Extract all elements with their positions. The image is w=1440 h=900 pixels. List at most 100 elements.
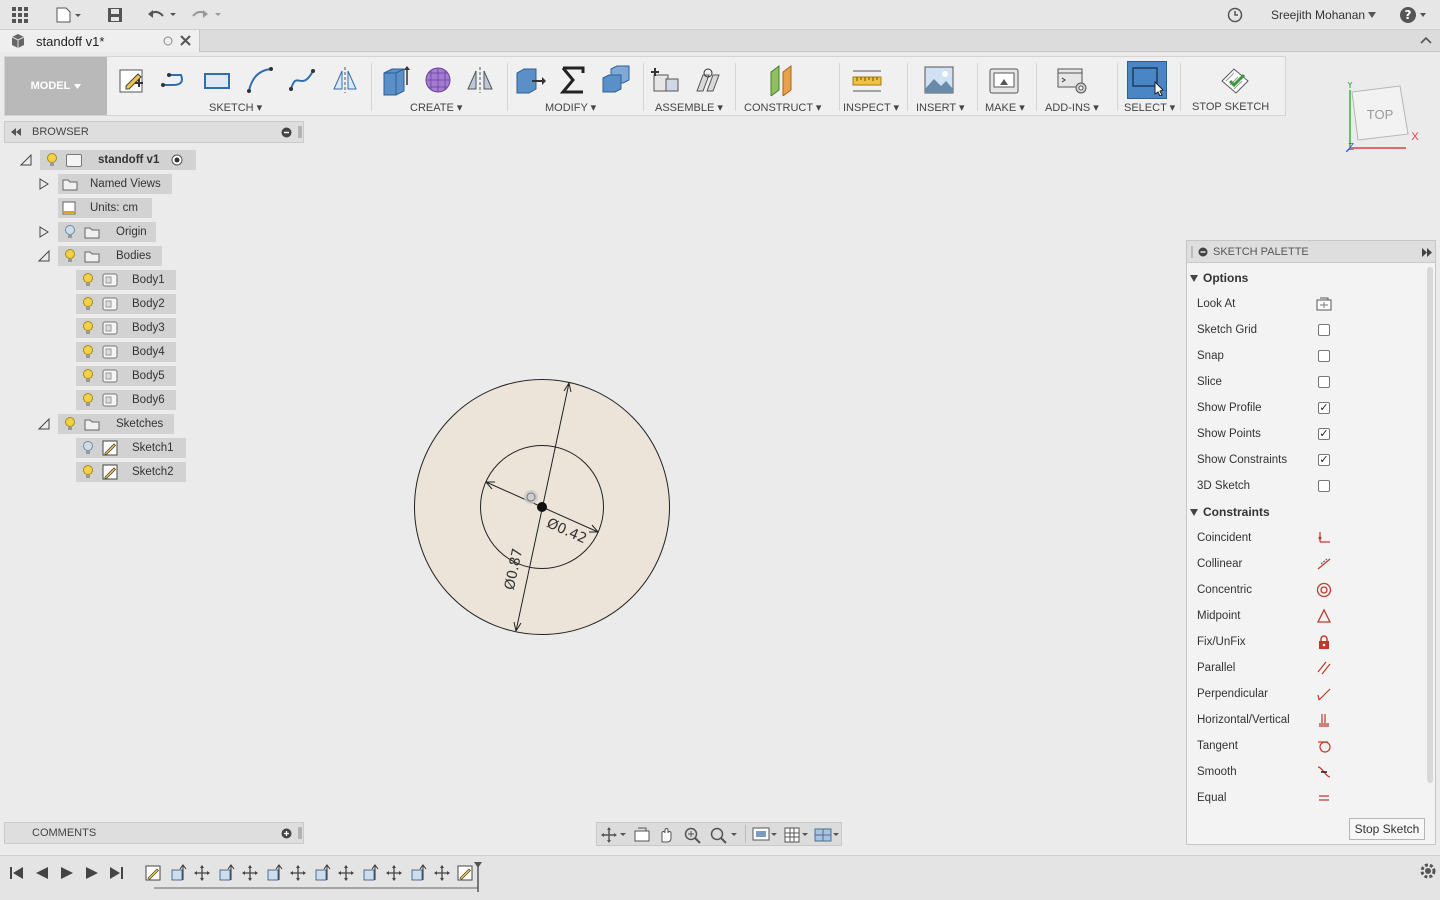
timeline-feature-extrude[interactable]	[363, 864, 379, 881]
timeline-feature-move[interactable]	[194, 865, 210, 881]
palette-option-row[interactable]: Show Profile ✓	[1187, 395, 1423, 421]
palette-header[interactable]: SKETCH PALETTE	[1187, 241, 1435, 263]
palette-option-control[interactable]: ✓	[1315, 399, 1333, 417]
palette-option-row[interactable]: Look At	[1187, 291, 1423, 317]
constraint-row[interactable]: Perpendicular	[1187, 681, 1423, 707]
timeline-feature-extrude[interactable]	[219, 864, 235, 881]
palette-option-label: Show Points	[1197, 428, 1261, 440]
zoom-window-icon[interactable]	[709, 826, 739, 844]
job-status-clock-icon[interactable]	[1226, 6, 1244, 24]
palette-option-control[interactable]	[1315, 295, 1333, 313]
palette-option-control[interactable]: ✓	[1315, 451, 1333, 469]
constraint-row[interactable]: Midpoint	[1187, 603, 1423, 629]
timeline-feature-move[interactable]	[290, 865, 306, 881]
timeline-settings-gear-icon[interactable]	[1419, 862, 1437, 880]
options-section-header[interactable]: Options	[1187, 267, 1423, 289]
constraint-row[interactable]: Parallel	[1187, 655, 1423, 681]
timeline-feature-extrude[interactable]	[315, 864, 331, 881]
timeline-feature-move[interactable]	[434, 865, 450, 881]
zoom-icon[interactable]	[683, 826, 703, 844]
expand-palette-icon[interactable]	[1421, 248, 1433, 257]
palette-option-checkbox[interactable]	[1318, 324, 1330, 336]
palette-option-control[interactable]	[1315, 477, 1333, 495]
palette-option-row[interactable]: Snap	[1187, 343, 1423, 369]
stop-sketch-tool[interactable]	[1217, 63, 1251, 97]
center-point[interactable]	[537, 502, 547, 512]
constraint-row[interactable]: Equal	[1187, 785, 1423, 811]
palette-option-checkbox[interactable]	[1318, 480, 1330, 492]
constraint-button[interactable]	[1315, 737, 1333, 755]
display-settings-icon[interactable]	[751, 826, 779, 844]
palette-option-checkbox[interactable]: ✓	[1318, 454, 1330, 466]
constraint-row[interactable]: Concentric	[1187, 577, 1423, 603]
step-back-icon[interactable]	[36, 867, 48, 879]
palette-option-control[interactable]	[1315, 373, 1333, 391]
viewports-icon[interactable]	[813, 826, 841, 844]
concentric-icon	[1316, 582, 1332, 598]
timeline-feature-move[interactable]	[386, 865, 402, 881]
timeline-feature-sketch[interactable]	[457, 865, 473, 881]
constraints-section-header[interactable]: Constraints	[1187, 501, 1423, 523]
user-name[interactable]: Sreejith Mohanan	[1271, 8, 1365, 22]
timeline-feature-move[interactable]	[242, 865, 258, 881]
constraint-button[interactable]	[1315, 685, 1333, 703]
constraint-label: Parallel	[1197, 662, 1236, 674]
collapse-ribbon-icon[interactable]	[1420, 35, 1432, 45]
timeline-feature-move[interactable]	[338, 865, 354, 881]
palette-option-checkbox[interactable]	[1318, 350, 1330, 362]
help-icon[interactable]: ?	[1398, 6, 1430, 24]
user-menu-chevron-icon[interactable]	[1367, 6, 1377, 24]
constraint-button[interactable]	[1315, 711, 1333, 729]
constraint-row[interactable]: Tangent	[1187, 733, 1423, 759]
palette-option-control[interactable]	[1315, 321, 1333, 339]
timeline-feature-extrude[interactable]	[411, 864, 427, 881]
constraint-row[interactable]: Fix/UnFix	[1187, 629, 1423, 655]
look-at-icon[interactable]	[633, 827, 651, 843]
constraint-row[interactable]: Horizontal/Vertical	[1187, 707, 1423, 733]
palette-option-checkbox[interactable]: ✓	[1318, 428, 1330, 440]
constraint-button[interactable]	[1315, 529, 1333, 547]
constraint-button[interactable]	[1315, 789, 1333, 807]
palette-option-control[interactable]	[1315, 347, 1333, 365]
palette-option-row[interactable]: Show Constraints ✓	[1187, 447, 1423, 473]
grid-settings-icon[interactable]	[783, 826, 811, 844]
palette-option-control[interactable]: ✓	[1315, 425, 1333, 443]
constraint-button[interactable]	[1315, 659, 1333, 677]
timeline-feature-extrude[interactable]	[267, 864, 283, 881]
look-at-icon[interactable]	[1316, 297, 1332, 311]
stop-sketch-label[interactable]: STOP SKETCH	[1192, 101, 1269, 113]
constraint-button[interactable]	[1315, 607, 1333, 625]
sketch-canvas[interactable]: Ø0.42 Ø0.87	[0, 0, 1180, 820]
constraint-button[interactable]	[1315, 555, 1333, 573]
constraint-button[interactable]	[1315, 633, 1333, 651]
constraint-button[interactable]	[1315, 763, 1333, 781]
palette-option-checkbox[interactable]: ✓	[1318, 402, 1330, 414]
palette-option-row[interactable]: Sketch Grid	[1187, 317, 1423, 343]
palette-scrollbar[interactable]	[1427, 267, 1433, 783]
constraint-button[interactable]	[1315, 581, 1333, 599]
go-to-start-icon[interactable]	[10, 867, 23, 879]
constraint-row[interactable]: Collinear	[1187, 551, 1423, 577]
add-comment-icon[interactable]	[281, 828, 292, 839]
stop-sketch-button[interactable]: Stop Sketch	[1349, 818, 1425, 840]
constraint-row[interactable]: Smooth	[1187, 759, 1423, 785]
panel-grip-icon[interactable]	[1191, 246, 1194, 258]
timeline-feature-extrude[interactable]	[171, 864, 187, 881]
panel-grip-icon[interactable]	[298, 826, 302, 840]
timeline-track[interactable]	[142, 858, 492, 896]
palette-option-row[interactable]: Slice	[1187, 369, 1423, 395]
pan-hand-icon[interactable]	[657, 826, 675, 844]
palette-options-icon[interactable]	[1198, 247, 1208, 257]
play-icon[interactable]	[61, 867, 73, 879]
palette-option-row[interactable]: Show Points ✓	[1187, 421, 1423, 447]
constraint-row[interactable]: Coincident	[1187, 525, 1423, 551]
timeline-feature-sketch[interactable]	[145, 865, 161, 881]
palette-option-row[interactable]: 3D Sketch	[1187, 473, 1423, 499]
orbit-icon[interactable]	[601, 827, 627, 843]
viewcube[interactable]: TOP Y X Z	[1343, 79, 1426, 155]
palette-option-checkbox[interactable]	[1318, 376, 1330, 388]
concentric-constraint-marker[interactable]	[524, 490, 538, 504]
step-forward-icon[interactable]	[86, 867, 98, 879]
comments-panel[interactable]: COMMENTS	[4, 822, 304, 844]
go-to-end-icon[interactable]	[110, 867, 123, 879]
